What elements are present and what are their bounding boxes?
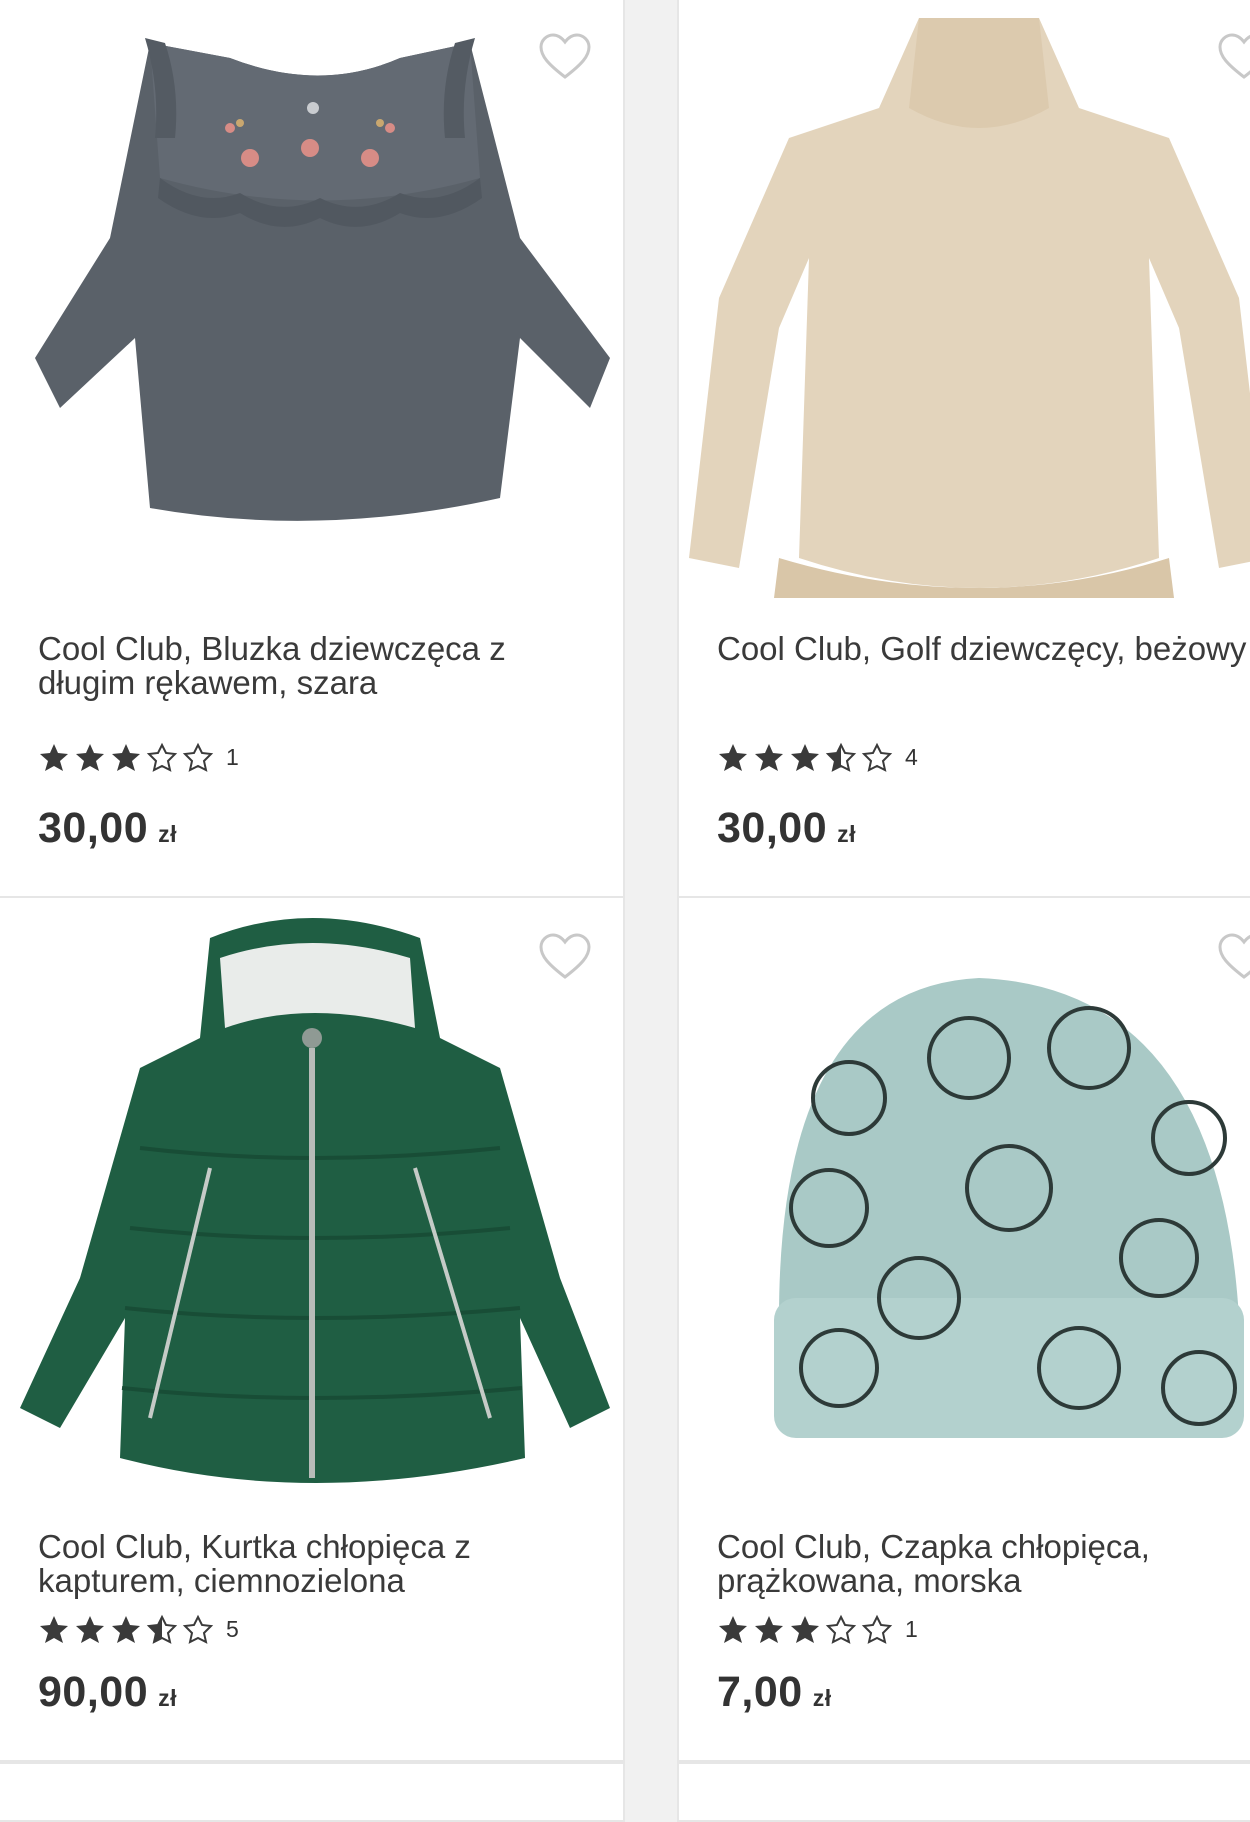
product-title[interactable]: Cool Club, Czapka chłopięca, prążkowana,… xyxy=(717,1530,1250,1598)
price-value: 30,00 xyxy=(38,804,149,852)
product-card[interactable]: Cool Club, Czapka chłopięca, prążkowana,… xyxy=(677,896,1250,1762)
star-filled-icon xyxy=(719,1616,747,1643)
product-card[interactable] xyxy=(0,1762,625,1822)
product-title[interactable]: Cool Club, Kurtka chłopięca z kapturem, … xyxy=(38,1530,613,1598)
product-card[interactable]: Cool Club, Bluzka dziewczęca z długim rę… xyxy=(0,0,625,900)
currency: zł xyxy=(158,1685,177,1711)
green-jacket-image[interactable] xyxy=(0,898,625,1498)
star-filled-icon xyxy=(40,1616,68,1643)
star-filled-icon xyxy=(791,744,819,771)
review-count: 4 xyxy=(905,743,918,770)
product-title[interactable]: Cool Club, Bluzka dziewczęca z długim rę… xyxy=(38,632,613,700)
price: 30,00 zł xyxy=(717,804,856,853)
rating: 1 xyxy=(717,1614,918,1644)
star-outline-icon xyxy=(146,742,178,772)
star-outline-icon xyxy=(182,742,214,772)
star-filled-icon xyxy=(755,744,783,771)
star-filled-icon xyxy=(76,1616,104,1643)
star-filled-icon xyxy=(791,1616,819,1643)
star-filled-icon xyxy=(112,744,140,771)
currency: zł xyxy=(812,1685,832,1711)
star-filled-icon xyxy=(719,744,747,771)
price-value: 90,00 xyxy=(38,1668,149,1716)
star-half-icon xyxy=(146,1614,178,1644)
price-value: 30,00 xyxy=(717,804,828,852)
star-outline-icon xyxy=(182,1614,214,1644)
price: 30,00 zł xyxy=(38,804,177,853)
price-value: 7,00 xyxy=(717,1668,803,1716)
star-half-icon xyxy=(825,742,857,772)
rating: 1 xyxy=(38,742,239,772)
review-count: 1 xyxy=(226,743,239,770)
product-card[interactable] xyxy=(677,1762,1250,1822)
beige-turtleneck-image[interactable] xyxy=(679,0,1250,598)
price: 90,00 zł xyxy=(38,1668,177,1717)
star-filled-icon xyxy=(755,1616,783,1643)
price: 7,00 zł xyxy=(717,1668,832,1717)
star-outline-icon xyxy=(861,1614,893,1644)
star-filled-icon xyxy=(76,744,104,771)
currency: zł xyxy=(837,821,856,847)
heart-outline-icon[interactable] xyxy=(1217,32,1250,82)
product-title[interactable]: Cool Club, Golf dziewczęcy, beżowy xyxy=(717,632,1250,666)
star-outline-icon xyxy=(825,1614,857,1644)
heart-outline-icon[interactable] xyxy=(1217,932,1250,982)
rating: 4 xyxy=(717,742,918,772)
review-count: 1 xyxy=(905,1615,918,1642)
product-card[interactable]: Cool Club, Kurtka chłopięca z kapturem, … xyxy=(0,896,625,1762)
star-filled-icon xyxy=(40,744,68,771)
review-count: 5 xyxy=(226,1615,239,1642)
currency: zł xyxy=(158,821,177,847)
rating: 5 xyxy=(38,1614,239,1644)
mint-beanie-image[interactable] xyxy=(679,898,1250,1498)
grey-blouse-image[interactable] xyxy=(0,0,625,598)
product-card[interactable]: Cool Club, Golf dziewczęcy, beżowy 4 30,… xyxy=(677,0,1250,900)
heart-outline-icon[interactable] xyxy=(538,32,592,82)
star-outline-icon xyxy=(861,742,893,772)
heart-outline-icon[interactable] xyxy=(538,932,592,982)
star-filled-icon xyxy=(112,1616,140,1643)
